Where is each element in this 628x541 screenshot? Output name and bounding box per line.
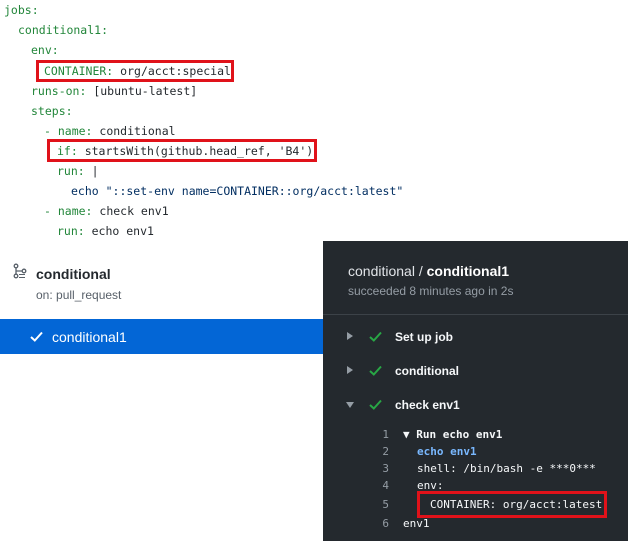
chevron-right-icon <box>347 332 353 340</box>
log-line-text: echo env1 <box>417 445 477 458</box>
log-panel-status: succeeded 8 minutes ago in 2s <box>348 284 514 298</box>
log-line-number: 4 <box>382 479 389 492</box>
log-line-number: 1 <box>382 428 389 441</box>
job-item-conditional1[interactable]: conditional1 <box>0 319 323 354</box>
log-line: 2 echo env1 <box>323 444 628 461</box>
yaml-line: run: | <box>57 164 99 178</box>
check-icon <box>369 399 382 410</box>
log-line: 1 ▼ Run echo env1 <box>323 427 628 444</box>
step-label: conditional <box>395 364 459 378</box>
yaml-line: - name: check env1 <box>44 204 169 218</box>
log-line-number: 3 <box>382 462 389 475</box>
workflow-sidebar: conditional on: pull_request conditional… <box>0 245 323 541</box>
log-line-number: 5 <box>382 498 389 511</box>
highlight-box-container-log <box>417 491 607 518</box>
workflow-trigger: on: pull_request <box>36 288 122 302</box>
job-log-panel: conditional / conditional1 succeeded 8 m… <box>323 241 628 541</box>
highlight-box-container-env <box>36 60 234 82</box>
yaml-line: env: <box>31 43 59 57</box>
check-icon <box>30 331 43 342</box>
log-line-text: shell: /bin/bash -e ***0*** <box>417 462 596 475</box>
step-conditional[interactable]: conditional <box>323 357 628 385</box>
log-panel-title: conditional / conditional1 <box>348 263 510 279</box>
yaml-line: - name: conditional <box>44 124 176 138</box>
log-line-text: env1 <box>403 517 430 530</box>
job-label: conditional1 <box>52 329 127 345</box>
workflow-yaml-code: jobs: conditional1: env: CONTAINER: org/… <box>0 0 628 245</box>
yaml-line: jobs: <box>4 3 39 17</box>
log-line: 6 env1 <box>323 516 628 533</box>
chevron-right-icon <box>347 366 353 374</box>
log-line-number: 6 <box>382 517 389 530</box>
workflow-title[interactable]: conditional <box>36 266 111 282</box>
chevron-down-icon <box>346 402 354 408</box>
yaml-line: run: echo env1 <box>57 224 154 238</box>
workflow-icon <box>13 263 27 279</box>
step-label: Set up job <box>395 330 453 344</box>
check-icon <box>369 331 382 342</box>
step-label: check env1 <box>395 398 460 412</box>
divider <box>323 314 628 315</box>
yaml-line: conditional1: <box>18 23 109 37</box>
log-line-number: 2 <box>382 445 389 458</box>
step-set-up-job[interactable]: Set up job <box>323 323 628 351</box>
highlight-box-if-condition <box>47 139 317 162</box>
log-line: 3 shell: /bin/bash -e ***0*** <box>323 461 628 478</box>
yaml-line: runs-on: [ubuntu-latest] <box>31 84 198 98</box>
check-icon <box>369 365 382 376</box>
yaml-line: steps: <box>31 104 73 118</box>
log-line-text[interactable]: ▼ Run echo env1 <box>403 428 502 441</box>
step-check-env1[interactable]: check env1 <box>323 391 628 419</box>
yaml-line: echo "::set-env name=CONTAINER::org/acct… <box>71 184 404 198</box>
